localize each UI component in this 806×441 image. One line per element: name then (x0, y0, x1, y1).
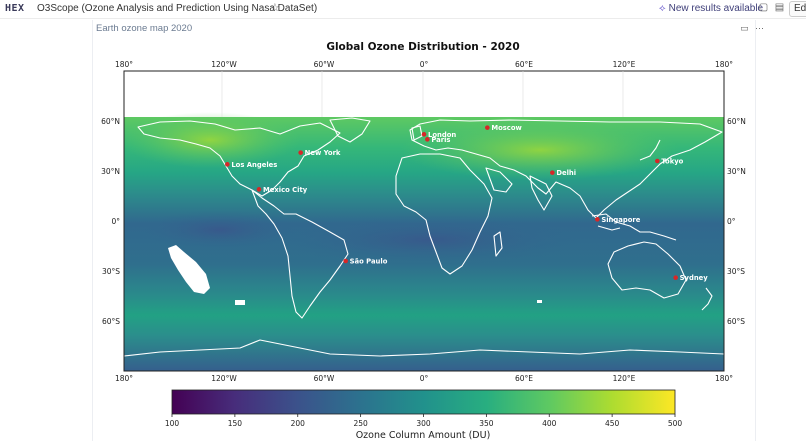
city-label: Tokyo (661, 158, 683, 166)
x-tick-label-top: 120°E (613, 60, 636, 69)
y-tick-label-right: 30°S (727, 267, 745, 276)
city-label: Singapore (601, 216, 640, 224)
city-marker (343, 258, 348, 264)
colorbar-label: Ozone Column Amount (DU) (356, 430, 491, 441)
x-tick-label-top: 120°W (211, 60, 237, 69)
x-tick-label-top: 180° (715, 60, 733, 69)
y-tick-label-left: 30°N (101, 167, 120, 176)
x-tick-label-top: 60°W (314, 60, 335, 69)
city-marker (655, 158, 660, 164)
city-label: São Paulo (350, 258, 388, 266)
y-tick-label-left: 60°S (102, 317, 120, 326)
colorbar-tick-label: 450 (605, 419, 620, 428)
y-tick-label-right: 30°N (727, 167, 746, 176)
city-label: Delhi (556, 169, 576, 177)
y-tick-label-left: 30°S (102, 267, 120, 276)
colorbar-tick-label: 250 (353, 419, 368, 428)
x-tick-label-bottom: 60°W (314, 374, 335, 383)
x-tick-label-top: 180° (115, 60, 133, 69)
x-tick-label-bottom: 120°E (613, 374, 636, 383)
colorbar-tick-label: 350 (479, 419, 494, 428)
chart-title: Global Ozone Distribution - 2020 (326, 41, 519, 53)
colorbar-tick-label: 100 (165, 419, 180, 428)
colorbar-tick-label: 400 (542, 419, 557, 428)
y-tick-label-left: 60°N (101, 117, 120, 126)
x-tick-label-bottom: 180° (715, 374, 733, 383)
y-tick-label-right: 0° (727, 217, 736, 226)
colorbar-tick-label: 300 (416, 419, 431, 428)
colorbar-tick-label: 150 (228, 419, 243, 428)
city-label: Sydney (680, 274, 709, 282)
city-marker (595, 217, 600, 222)
colorbar (171, 389, 676, 415)
city-marker (225, 162, 230, 167)
x-tick-label-bottom: 60°E (515, 374, 533, 383)
y-tick-label-left: 0° (111, 217, 120, 226)
city-label: Paris (431, 136, 450, 144)
city-label: New York (305, 149, 341, 157)
colorbar-tick-label: 500 (668, 419, 683, 428)
colorbar-ticks: 100 150 200 250 300 350 400 450 500 (165, 414, 683, 428)
city-marker (298, 150, 303, 155)
city-marker (673, 275, 678, 280)
x-tick-label-bottom: 0° (420, 374, 429, 383)
x-tick-label-bottom: 180° (115, 374, 133, 383)
x-tick-label-top: 0° (420, 60, 429, 69)
city-marker (550, 170, 555, 175)
city-label: Mexico City (263, 186, 308, 194)
city-marker (256, 187, 262, 192)
city-marker (425, 137, 430, 142)
city-marker (485, 125, 490, 130)
x-tick-label-top: 60°E (515, 60, 533, 69)
city-label: Moscow (491, 124, 522, 132)
ozone-chart: Global Ozone Distribution - 2020 LondonP… (101, 41, 746, 441)
y-tick-label-right: 60°N (727, 117, 746, 126)
colorbar-tick-label: 200 (291, 419, 306, 428)
city-marker (421, 132, 427, 137)
x-tick-label-bottom: 120°W (211, 374, 237, 383)
y-tick-label-right: 60°S (727, 317, 745, 326)
city-label: Los Angeles (231, 161, 277, 169)
